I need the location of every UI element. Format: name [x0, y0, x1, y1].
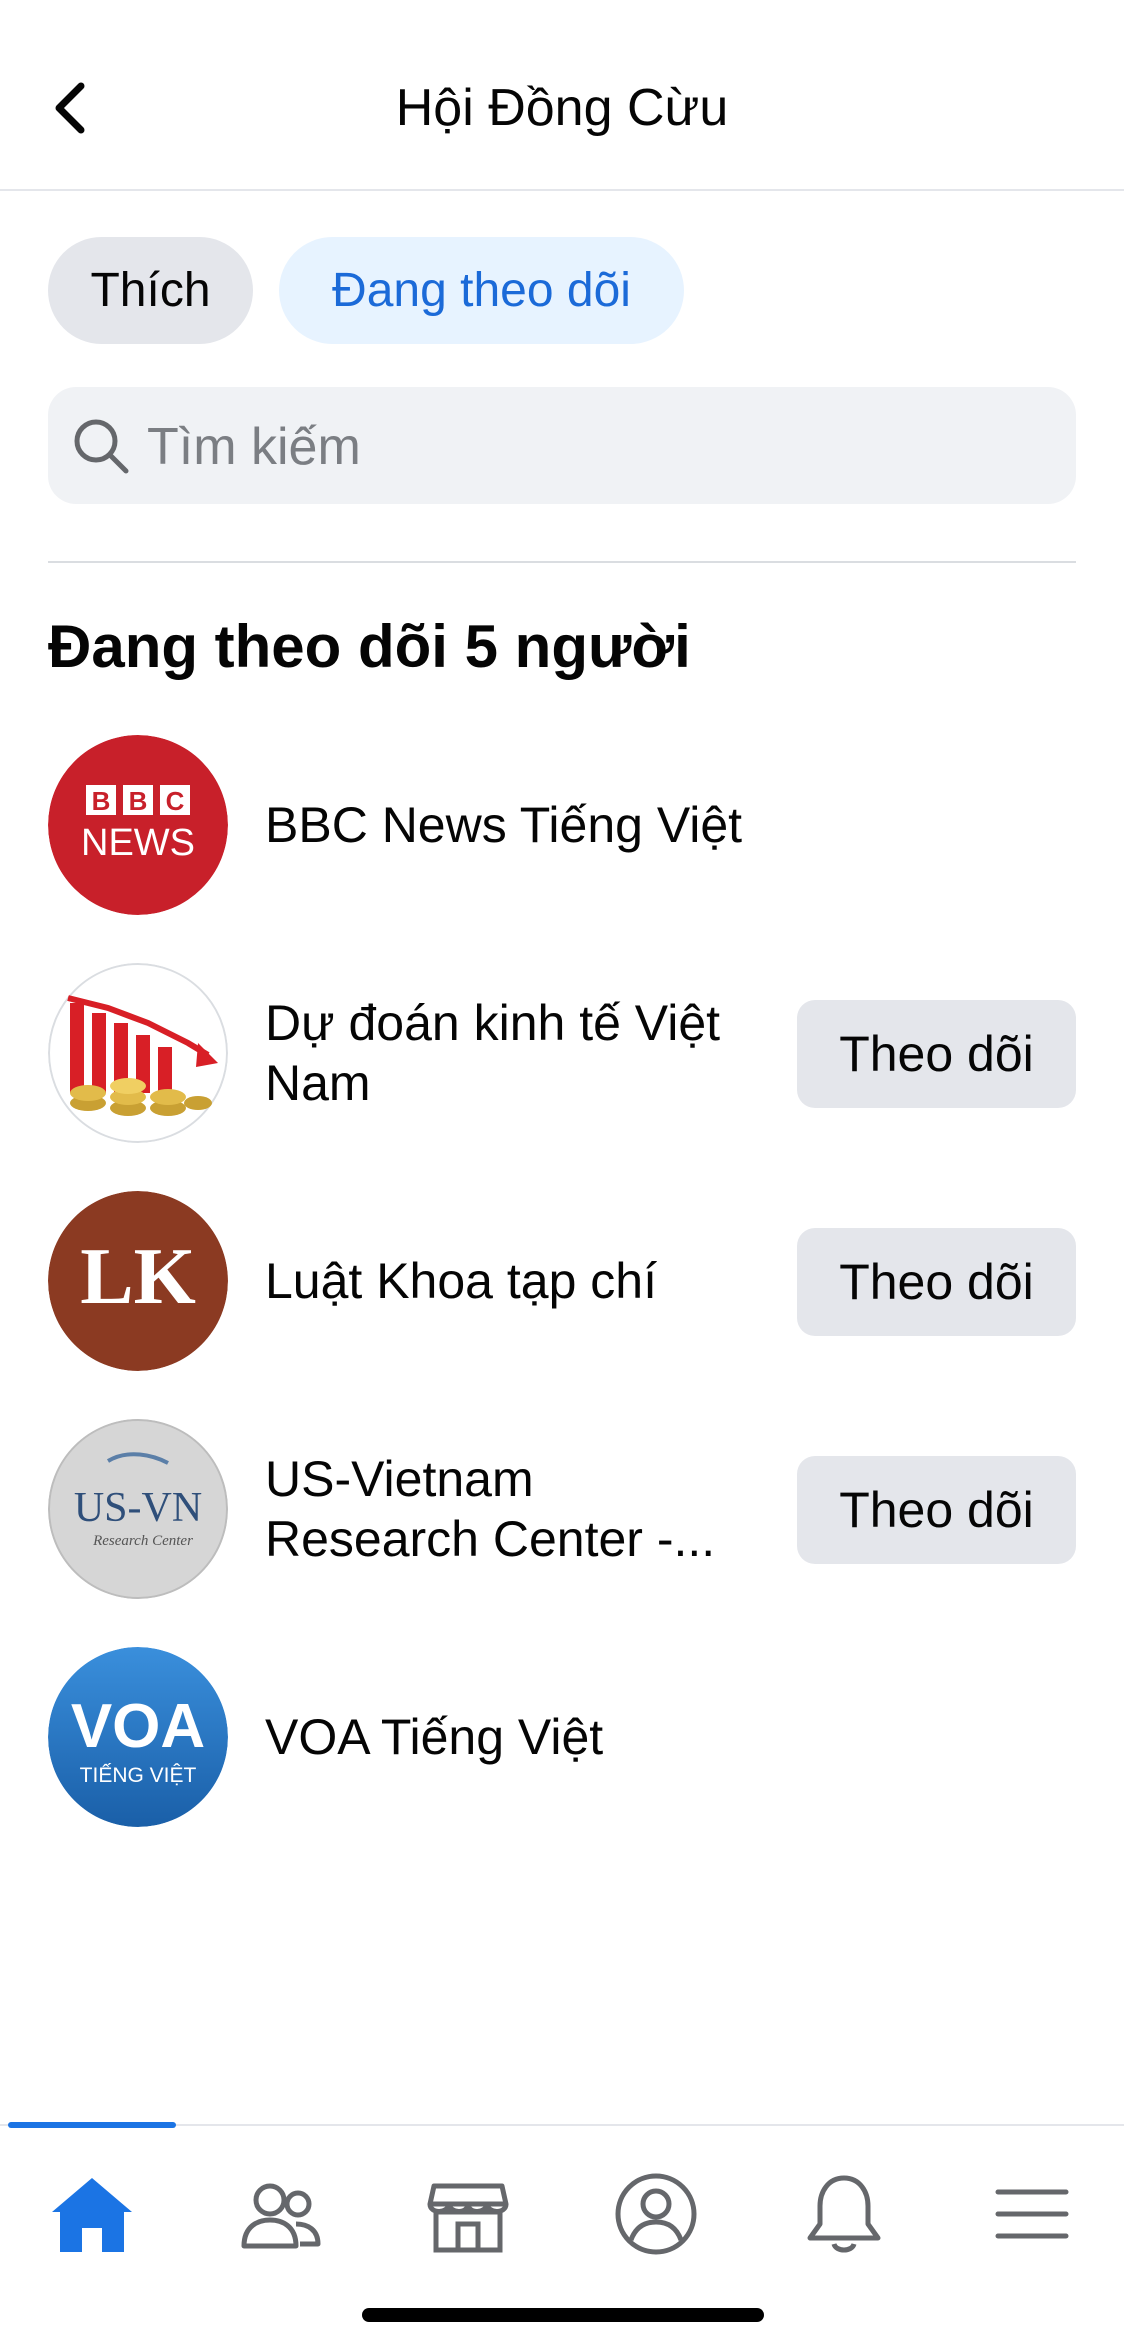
- filter-chip-following[interactable]: Đang theo dõi: [279, 237, 684, 344]
- top-bar: Hội Đồng Cừu: [0, 0, 1124, 191]
- voa-avatar-subtext: TIẾNG VIỆT: [80, 1764, 197, 1787]
- follow-button[interactable]: Theo dõi: [797, 1000, 1076, 1108]
- us-vn-avatar: US-VN Research Center: [48, 1419, 228, 1599]
- svg-text:B: B: [129, 786, 148, 816]
- active-tab-indicator: [8, 2122, 176, 2128]
- svg-text:B: B: [92, 786, 111, 816]
- home-indicator: [362, 2308, 764, 2322]
- filter-chip-like[interactable]: Thích: [48, 237, 253, 344]
- profile-icon[interactable]: [606, 2164, 706, 2264]
- economy-chart-avatar: [48, 963, 228, 1143]
- us-vn-avatar-text: US-VN: [74, 1485, 202, 1531]
- luat-khoa-avatar: LK: [48, 1191, 228, 1371]
- marketplace-icon[interactable]: [418, 2164, 518, 2264]
- page-name[interactable]: Luật Khoa tạp chí: [265, 1251, 755, 1311]
- divider: [48, 561, 1076, 563]
- list-item[interactable]: US-VN Research Center US-Vietnam Researc…: [0, 1419, 1124, 1599]
- notifications-icon[interactable]: [794, 2164, 894, 2264]
- page-name[interactable]: BBC News Tiếng Việt: [265, 795, 755, 855]
- page-name[interactable]: Dự đoán kinh tế Việt Nam: [265, 993, 755, 1113]
- search-bar[interactable]: [48, 387, 1076, 506]
- voa-avatar-text: VOA: [71, 1692, 205, 1761]
- friends-icon[interactable]: [230, 2164, 330, 2264]
- bbc-avatar-text: NEWS: [81, 822, 195, 864]
- section-title: Đang theo dõi 5 người: [48, 613, 691, 680]
- search-input[interactable]: [145, 387, 1049, 506]
- follow-button[interactable]: Theo dõi: [797, 1456, 1076, 1564]
- list-item[interactable]: Dự đoán kinh tế Việt Nam Theo dõi: [0, 963, 1124, 1143]
- home-icon[interactable]: [42, 2164, 142, 2264]
- follow-button[interactable]: Theo dõi: [797, 1228, 1076, 1336]
- menu-icon[interactable]: [982, 2164, 1082, 2264]
- svg-text:C: C: [166, 786, 185, 816]
- voa-avatar: VOA TIẾNG VIỆT: [48, 1647, 228, 1827]
- lk-avatar-text: LK: [80, 1233, 196, 1321]
- page-name[interactable]: VOA Tiếng Việt: [265, 1707, 755, 1767]
- page-name[interactable]: US-Vietnam Research Center -...: [265, 1449, 755, 1569]
- us-vn-avatar-subtext: Research Center: [92, 1533, 193, 1549]
- list-item[interactable]: VOA TIẾNG VIỆT VOA Tiếng Việt: [0, 1647, 1124, 1827]
- list-item[interactable]: LK Luật Khoa tạp chí Theo dõi: [0, 1191, 1124, 1371]
- list-item[interactable]: B B C NEWS BBC News Tiếng Việt: [0, 735, 1124, 915]
- page-title: Hội Đồng Cừu: [395, 79, 729, 137]
- page-name-text: US-Vietnam Research Center -...: [265, 1451, 716, 1567]
- search-icon: [74, 419, 129, 474]
- bbc-news-avatar: B B C NEWS: [48, 735, 228, 915]
